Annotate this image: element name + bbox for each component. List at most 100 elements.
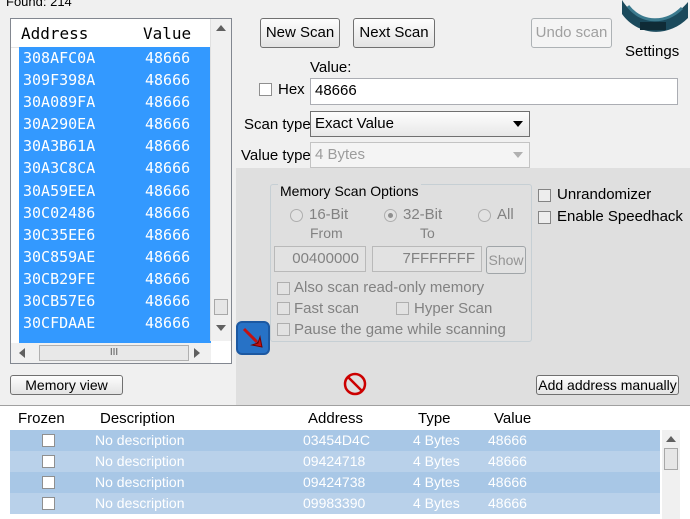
scan-type-select[interactable]: Exact Value (310, 111, 530, 137)
radio-32bit[interactable] (384, 209, 397, 222)
show-button[interactable]: Show (486, 246, 526, 274)
address-cell[interactable]: 09424718 (300, 451, 412, 472)
scroll-thumb[interactable] (214, 299, 228, 315)
hex-checkbox[interactable] (259, 83, 272, 96)
table-row[interactable]: No description 03454D4C 4 Bytes 48666 (10, 430, 660, 451)
scroll-thumb[interactable] (664, 448, 678, 470)
description-cell[interactable]: No description (90, 472, 300, 493)
description-cell[interactable]: No description (90, 451, 300, 472)
value-cell[interactable]: 48666 (488, 493, 588, 514)
results-list[interactable]: Address Value 308AFC0A 48666 309F398A 4866… (10, 18, 232, 364)
value-input[interactable]: 48666 (310, 78, 678, 105)
results-horizontal-scrollbar[interactable]: III (11, 343, 211, 363)
add-to-list-button[interactable] (236, 321, 270, 355)
result-row[interactable]: 30C02486 48666 (19, 202, 211, 224)
address-table-scrollbar[interactable] (662, 430, 680, 519)
unrandomizer-checkbox[interactable] (538, 189, 551, 202)
frozen-checkbox[interactable] (42, 434, 55, 447)
result-row[interactable]: 30CB57E6 48666 (19, 290, 211, 312)
memory-view-button[interactable]: Memory view (10, 375, 123, 395)
stop-icon[interactable] (343, 372, 367, 396)
result-value: 48666 (145, 247, 191, 266)
result-row[interactable]: 30CB29FE 48666 (19, 268, 211, 290)
result-row[interactable]: 308AFC0A 48666 (19, 47, 211, 69)
result-value: 48666 (145, 292, 191, 311)
table-row[interactable]: No description 09983390 4 Bytes 48666 (10, 493, 660, 514)
result-row[interactable]: 30A3C8CA 48666 (19, 157, 211, 179)
result-row[interactable]: 30A3B61A 48666 (19, 135, 211, 157)
type-cell[interactable]: 4 Bytes (412, 472, 488, 493)
value-cell[interactable]: 48666 (488, 430, 588, 451)
frozen-checkbox[interactable] (42, 497, 55, 510)
radio-all[interactable] (478, 209, 491, 222)
frozen-cell (10, 493, 90, 514)
scroll-down-icon[interactable] (216, 325, 226, 331)
description-cell[interactable]: No description (90, 430, 300, 451)
frozen-checkbox[interactable] (42, 455, 55, 468)
from-address-input[interactable]: 00400000 (274, 246, 366, 272)
type-cell[interactable]: 4 Bytes (412, 430, 488, 451)
result-row[interactable]: 30C859AE 48666 (19, 246, 211, 268)
scroll-right-icon[interactable] (194, 348, 200, 358)
result-address: 30CB57E6 (23, 292, 96, 311)
pause-game-checkbox[interactable] (277, 323, 290, 336)
header-address[interactable]: Address (11, 19, 143, 47)
fast-scan-checkbox[interactable] (277, 302, 290, 315)
speedhack-checkbox[interactable] (538, 211, 551, 224)
cheat-engine-logo[interactable] (618, 0, 690, 36)
scroll-up-icon[interactable] (216, 25, 226, 31)
address-cell[interactable]: 09983390 (300, 493, 412, 514)
address-cell[interactable]: 09424738 (300, 472, 412, 493)
results-rows[interactable]: 308AFC0A 48666 309F398A 48666 30A089FA 4866… (19, 47, 211, 357)
result-row[interactable]: 30CFDAAE 48666 (19, 312, 211, 334)
result-value: 48666 (145, 314, 191, 333)
hyper-scan-checkbox[interactable] (396, 302, 409, 315)
col-address[interactable]: Address (300, 406, 412, 430)
col-frozen[interactable]: Frozen (0, 406, 90, 430)
address-cell[interactable]: 03454D4C (300, 430, 412, 451)
arrow-add-icon (242, 327, 263, 348)
col-description[interactable]: Description (90, 406, 300, 430)
result-address: 30CB29FE (23, 269, 96, 288)
results-vertical-scrollbar[interactable] (210, 19, 231, 341)
table-row[interactable]: No description 09424718 4 Bytes 48666 (10, 451, 660, 472)
result-row[interactable]: 309F398A 48666 (19, 69, 211, 91)
result-row[interactable]: 30A089FA 48666 (19, 91, 211, 113)
readonly-label: Also scan read-only memory (294, 279, 485, 296)
col-value[interactable]: Value (488, 406, 588, 430)
address-table[interactable]: Frozen Description Address Type Value No… (0, 405, 690, 519)
result-value: 48666 (145, 115, 191, 134)
chevron-down-icon (513, 152, 523, 158)
header-value[interactable]: Value (143, 19, 191, 47)
value-cell[interactable]: 48666 (488, 451, 588, 472)
value-cell[interactable]: 48666 (488, 472, 588, 493)
result-address: 309F398A (23, 71, 96, 90)
result-value: 48666 (145, 269, 191, 288)
result-row[interactable]: 30C35EE6 48666 (19, 224, 211, 246)
description-cell[interactable]: No description (90, 493, 300, 514)
radio-16bit[interactable] (290, 209, 303, 222)
result-row[interactable]: 30A59EEA 48666 (19, 180, 211, 202)
next-scan-button[interactable]: Next Scan (353, 18, 435, 48)
settings-link[interactable]: Settings (625, 43, 679, 60)
speedhack-label: Enable Speedhack (557, 208, 683, 225)
to-label: To (420, 225, 435, 241)
frozen-checkbox[interactable] (42, 476, 55, 489)
result-row[interactable]: 30A290EA 48666 (19, 113, 211, 135)
type-cell[interactable]: 4 Bytes (412, 493, 488, 514)
scroll-grip[interactable]: III (39, 345, 189, 361)
table-row[interactable]: No description 09424738 4 Bytes 48666 (10, 472, 660, 493)
hyper-scan-label: Hyper Scan (414, 300, 493, 317)
readonly-checkbox[interactable] (277, 282, 290, 295)
value-label: Value: (310, 59, 352, 76)
new-scan-button[interactable]: New Scan (260, 18, 340, 48)
add-address-manually-button[interactable]: Add address manually (536, 375, 679, 395)
type-cell[interactable]: 4 Bytes (412, 451, 488, 472)
to-address-input[interactable]: 7FFFFFFF (372, 246, 482, 272)
value-type-select[interactable]: 4 Bytes (310, 142, 530, 168)
undo-scan-button[interactable]: Undo scan (531, 18, 612, 48)
result-address: 30A3C8CA (23, 159, 96, 178)
scroll-up-icon[interactable] (666, 436, 676, 442)
scroll-left-icon[interactable] (19, 348, 25, 358)
col-type[interactable]: Type (412, 406, 488, 430)
